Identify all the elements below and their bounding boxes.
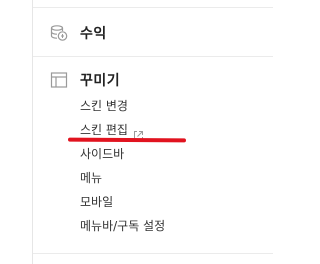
decorate-menu-list: 스킨 변경 스킨 편집 사이드바 메뉴 모바일 메뉴바/구독 설정 — [80, 94, 165, 238]
sidebar-left-border — [32, 0, 33, 264]
bottom-divider — [33, 253, 273, 254]
menu-item-menu[interactable]: 메뉴 — [80, 166, 165, 190]
menu-item-label: 메뉴 — [80, 171, 103, 185]
top-divider — [33, 7, 273, 8]
sidebar-panel: 수익 꾸미기 스킨 변경 스킨 편집 사이드바 메뉴 모바일 메뉴바/구독 설정 — [0, 0, 273, 264]
menu-item-label: 메뉴바/구독 설정 — [80, 219, 166, 233]
menu-item-sidebar[interactable]: 사이드바 — [80, 142, 165, 166]
coins-icon — [50, 24, 68, 42]
sidebar-item-revenue[interactable]: 수익 — [50, 21, 107, 45]
sidebar-section-decorate[interactable]: 꾸미기 — [50, 68, 120, 92]
sidebar-item-label: 수익 — [80, 26, 107, 42]
menu-item-menubar-subscribe-settings[interactable]: 메뉴바/구독 설정 — [80, 214, 165, 238]
external-link-icon — [133, 125, 144, 140]
menu-item-label: 사이드바 — [80, 147, 125, 161]
layout-icon — [50, 71, 68, 89]
menu-item-label: 모바일 — [80, 195, 114, 209]
annotation-underline — [67, 137, 187, 143]
menu-item-skin-change[interactable]: 스킨 변경 — [80, 94, 165, 118]
menu-item-label: 스킨 변경 — [80, 99, 128, 113]
menu-item-mobile[interactable]: 모바일 — [80, 190, 165, 214]
section-divider — [33, 56, 273, 57]
section-title: 꾸미기 — [80, 73, 121, 89]
